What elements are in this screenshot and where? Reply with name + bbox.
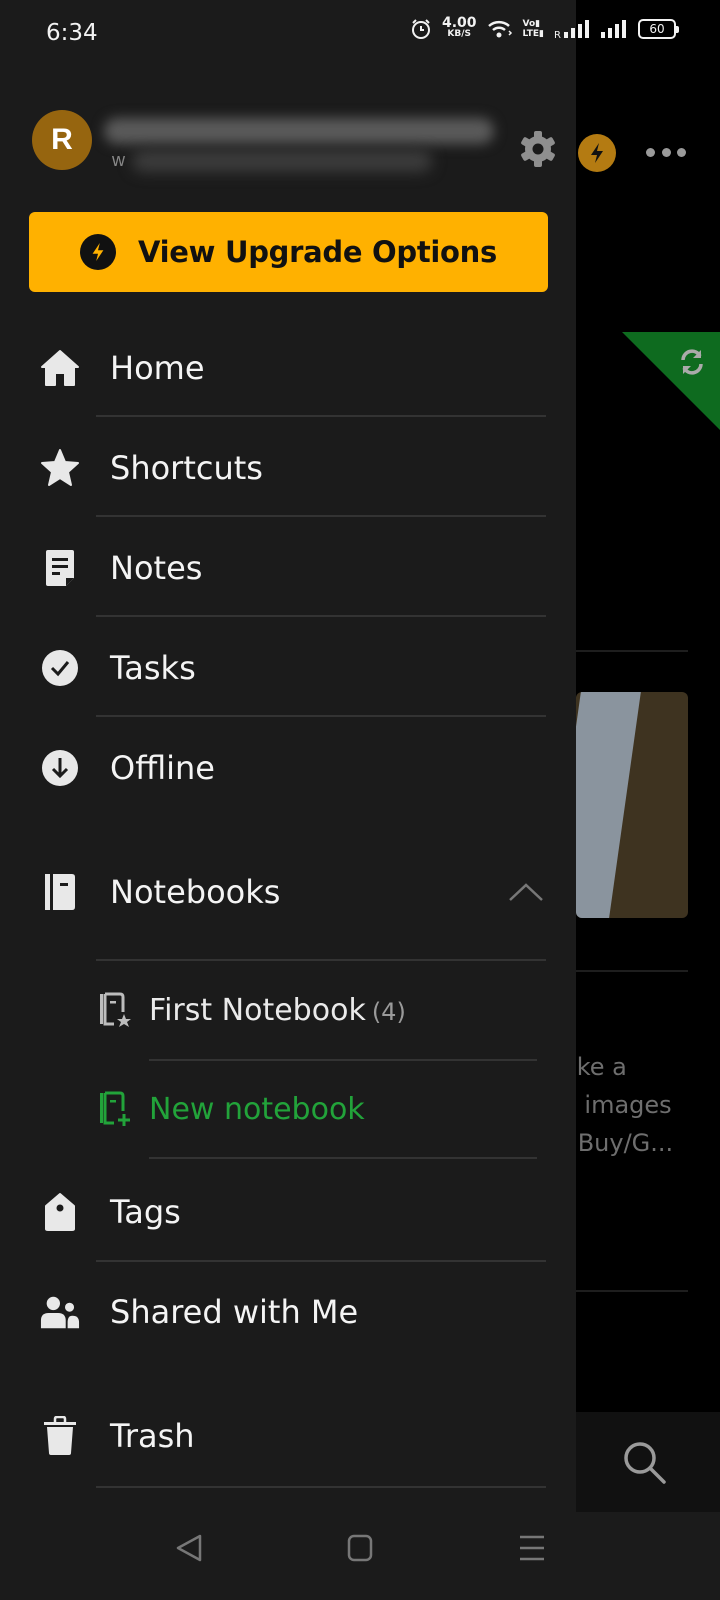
notebook-icon — [40, 872, 80, 912]
view-upgrade-options-button[interactable]: View Upgrade Options — [29, 212, 548, 292]
new-notebook-label: New notebook — [149, 1091, 365, 1127]
notebook-star-icon — [100, 992, 131, 1027]
svg-text:R: R — [554, 30, 561, 39]
snippet-line: : Buy/G... — [562, 1129, 674, 1157]
sidebar-item-label: Tasks — [110, 649, 196, 687]
system-nav-bar — [0, 1512, 720, 1600]
bolt-icon — [80, 234, 117, 270]
sidebar-item-notes[interactable]: Notes — [0, 518, 576, 618]
home-nav-icon[interactable] — [340, 1528, 380, 1568]
net-speed-unit: KB/S — [447, 29, 472, 39]
sidebar-item-label: Notes — [110, 549, 203, 587]
net-speed-value: 4.00 — [441, 15, 477, 31]
home-icon — [40, 348, 80, 388]
account-subtitle: w — [112, 150, 125, 170]
upgrade-label: View Upgrade Options — [138, 235, 497, 269]
more-icon[interactable] — [646, 140, 686, 164]
sidebar-item-tasks[interactable]: Tasks — [0, 618, 576, 718]
search-icon[interactable] — [622, 1440, 668, 1486]
account-header[interactable]: R w — [32, 110, 512, 190]
tag-icon — [40, 1192, 80, 1232]
divider — [96, 1486, 546, 1488]
notebook-name: First Notebook — [149, 992, 366, 1028]
download-circle-icon — [40, 748, 80, 788]
divider — [96, 515, 546, 517]
notebook-item-first-notebook[interactable]: First Notebook (4) — [0, 961, 576, 1059]
sidebar-item-label: Shared with Me — [110, 1293, 359, 1331]
sidebar-item-label: Shortcuts — [110, 449, 263, 487]
sidebar-item-shared-with-me[interactable]: Shared with Me — [0, 1262, 576, 1362]
divider — [576, 650, 688, 652]
sidebar-item-home[interactable]: Home — [0, 318, 576, 418]
sidebar-item-offline[interactable]: Offline — [0, 718, 576, 818]
people-icon — [40, 1292, 80, 1332]
net-speed: 4.00 KB/S — [441, 15, 477, 40]
sidebar-item-label: Notebooks — [110, 873, 281, 911]
divider — [96, 715, 546, 717]
note-thumbnail[interactable] — [576, 692, 688, 918]
account-subtitle-redacted — [132, 150, 432, 172]
account-email-redacted — [104, 118, 494, 144]
avatar[interactable]: R — [32, 110, 92, 170]
notebook-count: (4) — [371, 997, 406, 1026]
sidebar-item-label: Offline — [110, 749, 215, 787]
gear-icon[interactable] — [518, 129, 558, 169]
snippet-line: ake a — [562, 1053, 627, 1081]
star-icon — [40, 448, 80, 488]
signal-icon — [601, 20, 626, 38]
check-circle-icon — [40, 648, 80, 688]
divider — [96, 615, 546, 617]
divider — [96, 415, 546, 417]
sidebar-item-trash[interactable]: Trash — [0, 1386, 576, 1486]
sidebar-item-shortcuts[interactable]: Shortcuts — [0, 418, 576, 518]
note-snippet[interactable]: ake a e images : Buy/G... — [562, 1048, 702, 1162]
back-icon[interactable] — [168, 1528, 208, 1568]
divider — [149, 1157, 537, 1159]
sync-icon[interactable] — [676, 346, 708, 378]
sidebar-item-label: Trash — [110, 1417, 195, 1455]
volte-icon: Vo▮ LTE▮ — [522, 19, 545, 39]
upgrade-bolt-icon[interactable] — [578, 134, 616, 172]
chevron-up-icon[interactable] — [506, 880, 546, 904]
alarm-icon — [411, 19, 430, 39]
sidebar-item-tags[interactable]: Tags — [0, 1162, 576, 1262]
battery-icon: 60 — [638, 19, 679, 39]
sidebar-item-notebooks[interactable]: Notebooks — [0, 842, 576, 942]
divider — [576, 970, 688, 972]
new-notebook-button[interactable]: New notebook — [0, 1060, 576, 1158]
status-time: 6:34 — [46, 20, 98, 46]
snippet-line: e images — [562, 1091, 672, 1119]
sidebar-item-label: Tags — [110, 1193, 181, 1231]
sidebar-item-label: Home — [110, 349, 205, 387]
wifi-icon — [487, 21, 513, 39]
divider — [576, 1290, 688, 1292]
notebook-add-icon — [100, 1091, 130, 1126]
note-icon — [40, 548, 80, 588]
notebook-label: First Notebook (4) — [149, 993, 406, 1028]
recents-icon[interactable] — [514, 1528, 554, 1568]
navigation-drawer: R w View Upgrade Options Home Shortcuts — [0, 66, 576, 1512]
status-bar: 6:34 4.00 KB/S Vo▮ LTE▮ R 60 — [0, 0, 720, 66]
trash-icon — [40, 1416, 80, 1456]
signal-icon: R — [554, 20, 589, 39]
